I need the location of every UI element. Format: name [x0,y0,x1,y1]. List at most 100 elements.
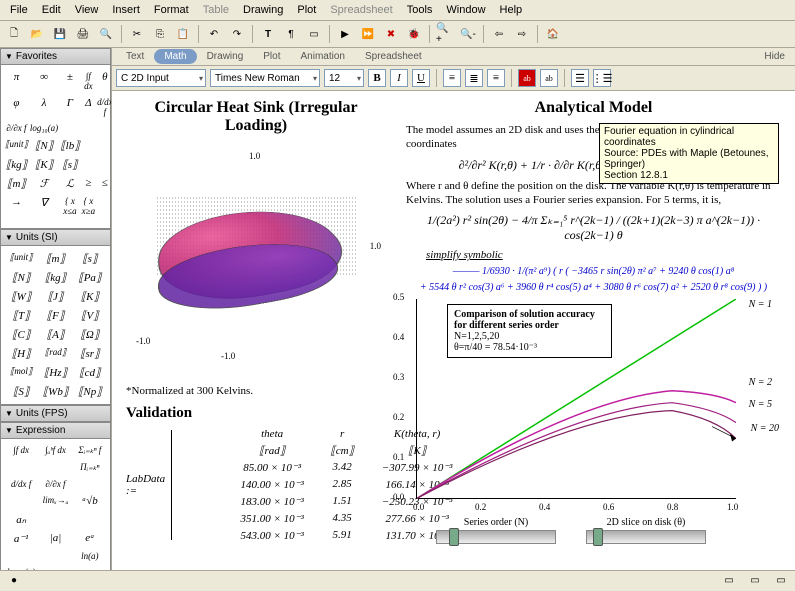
preview-button[interactable]: 🔍 [96,24,116,44]
status-btn2[interactable]: ▭ [745,571,765,591]
palette-item[interactable]: ∇ [29,193,59,219]
palette-item[interactable]: θ [96,68,112,94]
palette-item[interactable]: ± [59,68,80,94]
palette-item[interactable]: limₓ→ₐ [38,492,72,510]
palette-item[interactable]: ≤ [96,174,112,193]
tab-spreadsheet[interactable]: Spreadsheet [355,49,432,64]
status-btn3[interactable]: ▭ [771,571,791,591]
undo-button[interactable]: ↶ [204,24,224,44]
align-right-button[interactable]: ≡ [487,69,505,87]
palette-item[interactable]: ⟦W⟧ [4,287,38,306]
palette-item[interactable] [38,459,72,476]
stop-button[interactable]: ✖ [381,24,401,44]
menu-format[interactable]: Format [148,2,195,18]
palette-item[interactable]: ⟦K⟧ [73,287,107,306]
underline-button[interactable]: U [412,69,430,87]
document-area[interactable]: Circular Heat Sink (Irregular Loading) 1… [112,91,795,570]
palette-item[interactable] [96,136,112,155]
palette-item[interactable]: ℒ [59,174,80,193]
palette-item[interactable]: ⟦N⟧ [29,136,59,155]
palette-item[interactable]: ⟦unit⟧ [4,249,38,268]
new-button[interactable]: 🗋 [4,24,24,44]
hide-toolbar-button[interactable]: Hide [764,51,791,62]
palette-item[interactable]: ⟦N⟧ [4,268,38,287]
bullets-button[interactable]: ☰ [571,69,589,87]
menu-table[interactable]: Table [197,2,235,18]
palette-item[interactable]: { x x≤a [59,193,80,219]
menu-window[interactable]: Window [440,2,491,18]
palette-item[interactable] [4,492,38,510]
simplify-link[interactable]: simplify symbolic [426,249,503,261]
palette-item[interactable]: ⟦m⟧ [4,174,29,193]
italic-button[interactable]: I [390,69,408,87]
palette-item[interactable]: ∫f dx [81,68,96,94]
insert-text-button[interactable]: T [258,24,278,44]
palette-item[interactable]: ⟦lb⟧ [59,136,80,155]
palette-item[interactable]: ⟦Ω⟧ [73,325,107,344]
palette-item[interactable]: a⁻¹ [4,529,38,548]
palette-item[interactable]: { x x≥a [81,193,96,219]
size-combo[interactable]: 12 [324,69,364,87]
palette-item[interactable]: log₁₀(a) [4,564,38,570]
style1-button[interactable]: ab [518,69,536,87]
palette-item[interactable] [81,136,96,155]
palette-item[interactable]: ⟦sr⟧ [73,344,107,363]
palette-item[interactable]: ⟦Np⟧ [73,382,107,401]
redo-button[interactable]: ↷ [227,24,247,44]
palette-item[interactable] [4,219,29,225]
palette-item[interactable]: ⟦F⟧ [38,306,72,325]
palette-item[interactable]: Σᵢ₌ₖⁿ f [73,442,107,459]
palette-item[interactable]: d/dx f [4,476,38,492]
zoom-in-button[interactable]: 🔍+ [435,24,455,44]
palette-item[interactable]: λ [29,94,59,120]
insert-block-button[interactable]: ▭ [304,24,324,44]
palette-item[interactable] [96,193,112,219]
context-combo[interactable]: C 2D Input [116,69,206,87]
execute-button[interactable]: ▶ [335,24,355,44]
palette-item[interactable]: ⟦mol⟧ [4,363,38,382]
palette-item[interactable] [38,510,72,529]
slider-series-thumb[interactable] [449,528,459,546]
slider-theta[interactable] [586,530,706,544]
palette-item[interactable] [73,510,107,529]
execute-all-button[interactable]: ⏩ [358,24,378,44]
menu-drawing[interactable]: Drawing [237,2,289,18]
chart-comparison[interactable]: Comparison of solution accuracy for diff… [416,299,736,499]
home-button[interactable]: 🏠 [543,24,563,44]
palette-item[interactable]: φ [4,94,29,120]
palette-item[interactable]: ⟦kg⟧ [38,268,72,287]
palette-item[interactable]: d/dx f [96,94,112,120]
palette-item[interactable] [81,155,96,174]
align-left-button[interactable]: ≡ [443,69,461,87]
panel-units-si-head[interactable]: Units (SI) [0,229,111,246]
plot-3d[interactable]: 1.0 1.0 -1.0 -1.0 [131,141,381,381]
palette-item[interactable] [59,120,80,136]
numbering-button[interactable]: ⋮☰ [593,69,611,87]
save-button[interactable]: 💾 [50,24,70,44]
palette-item[interactable]: ∂/∂x f [38,476,72,492]
menu-file[interactable]: File [4,2,34,18]
palette-item[interactable]: ⟦cd⟧ [73,363,107,382]
tab-animation[interactable]: Animation [291,49,355,64]
palette-item[interactable]: ⟦J⟧ [38,287,72,306]
palette-item[interactable]: ⟦Wb⟧ [38,382,72,401]
palette-item[interactable] [96,155,112,174]
tab-drawing[interactable]: Drawing [197,49,254,64]
palette-item[interactable]: Γ [59,94,80,120]
palette-item[interactable] [38,564,72,570]
menu-edit[interactable]: Edit [36,2,67,18]
open-button[interactable]: 📂 [27,24,47,44]
panel-favorites-head[interactable]: Favorites [0,48,111,65]
palette-item[interactable]: Πᵢ₌ₖⁿ [73,459,107,476]
palette-item[interactable]: aₙ [4,510,38,529]
cut-button[interactable]: ✂ [127,24,147,44]
palette-item[interactable]: π [4,68,29,94]
palette-item[interactable] [73,564,107,570]
back-button[interactable]: ⇦ [489,24,509,44]
align-center-button[interactable]: ≣ [465,69,483,87]
palette-item[interactable] [38,548,72,564]
palette-item[interactable]: ⟦A⟧ [38,325,72,344]
palette-item[interactable] [4,459,38,476]
tab-math[interactable]: Math [154,49,196,64]
palette-item[interactable]: ∫ₐᵇf dx [38,442,72,459]
